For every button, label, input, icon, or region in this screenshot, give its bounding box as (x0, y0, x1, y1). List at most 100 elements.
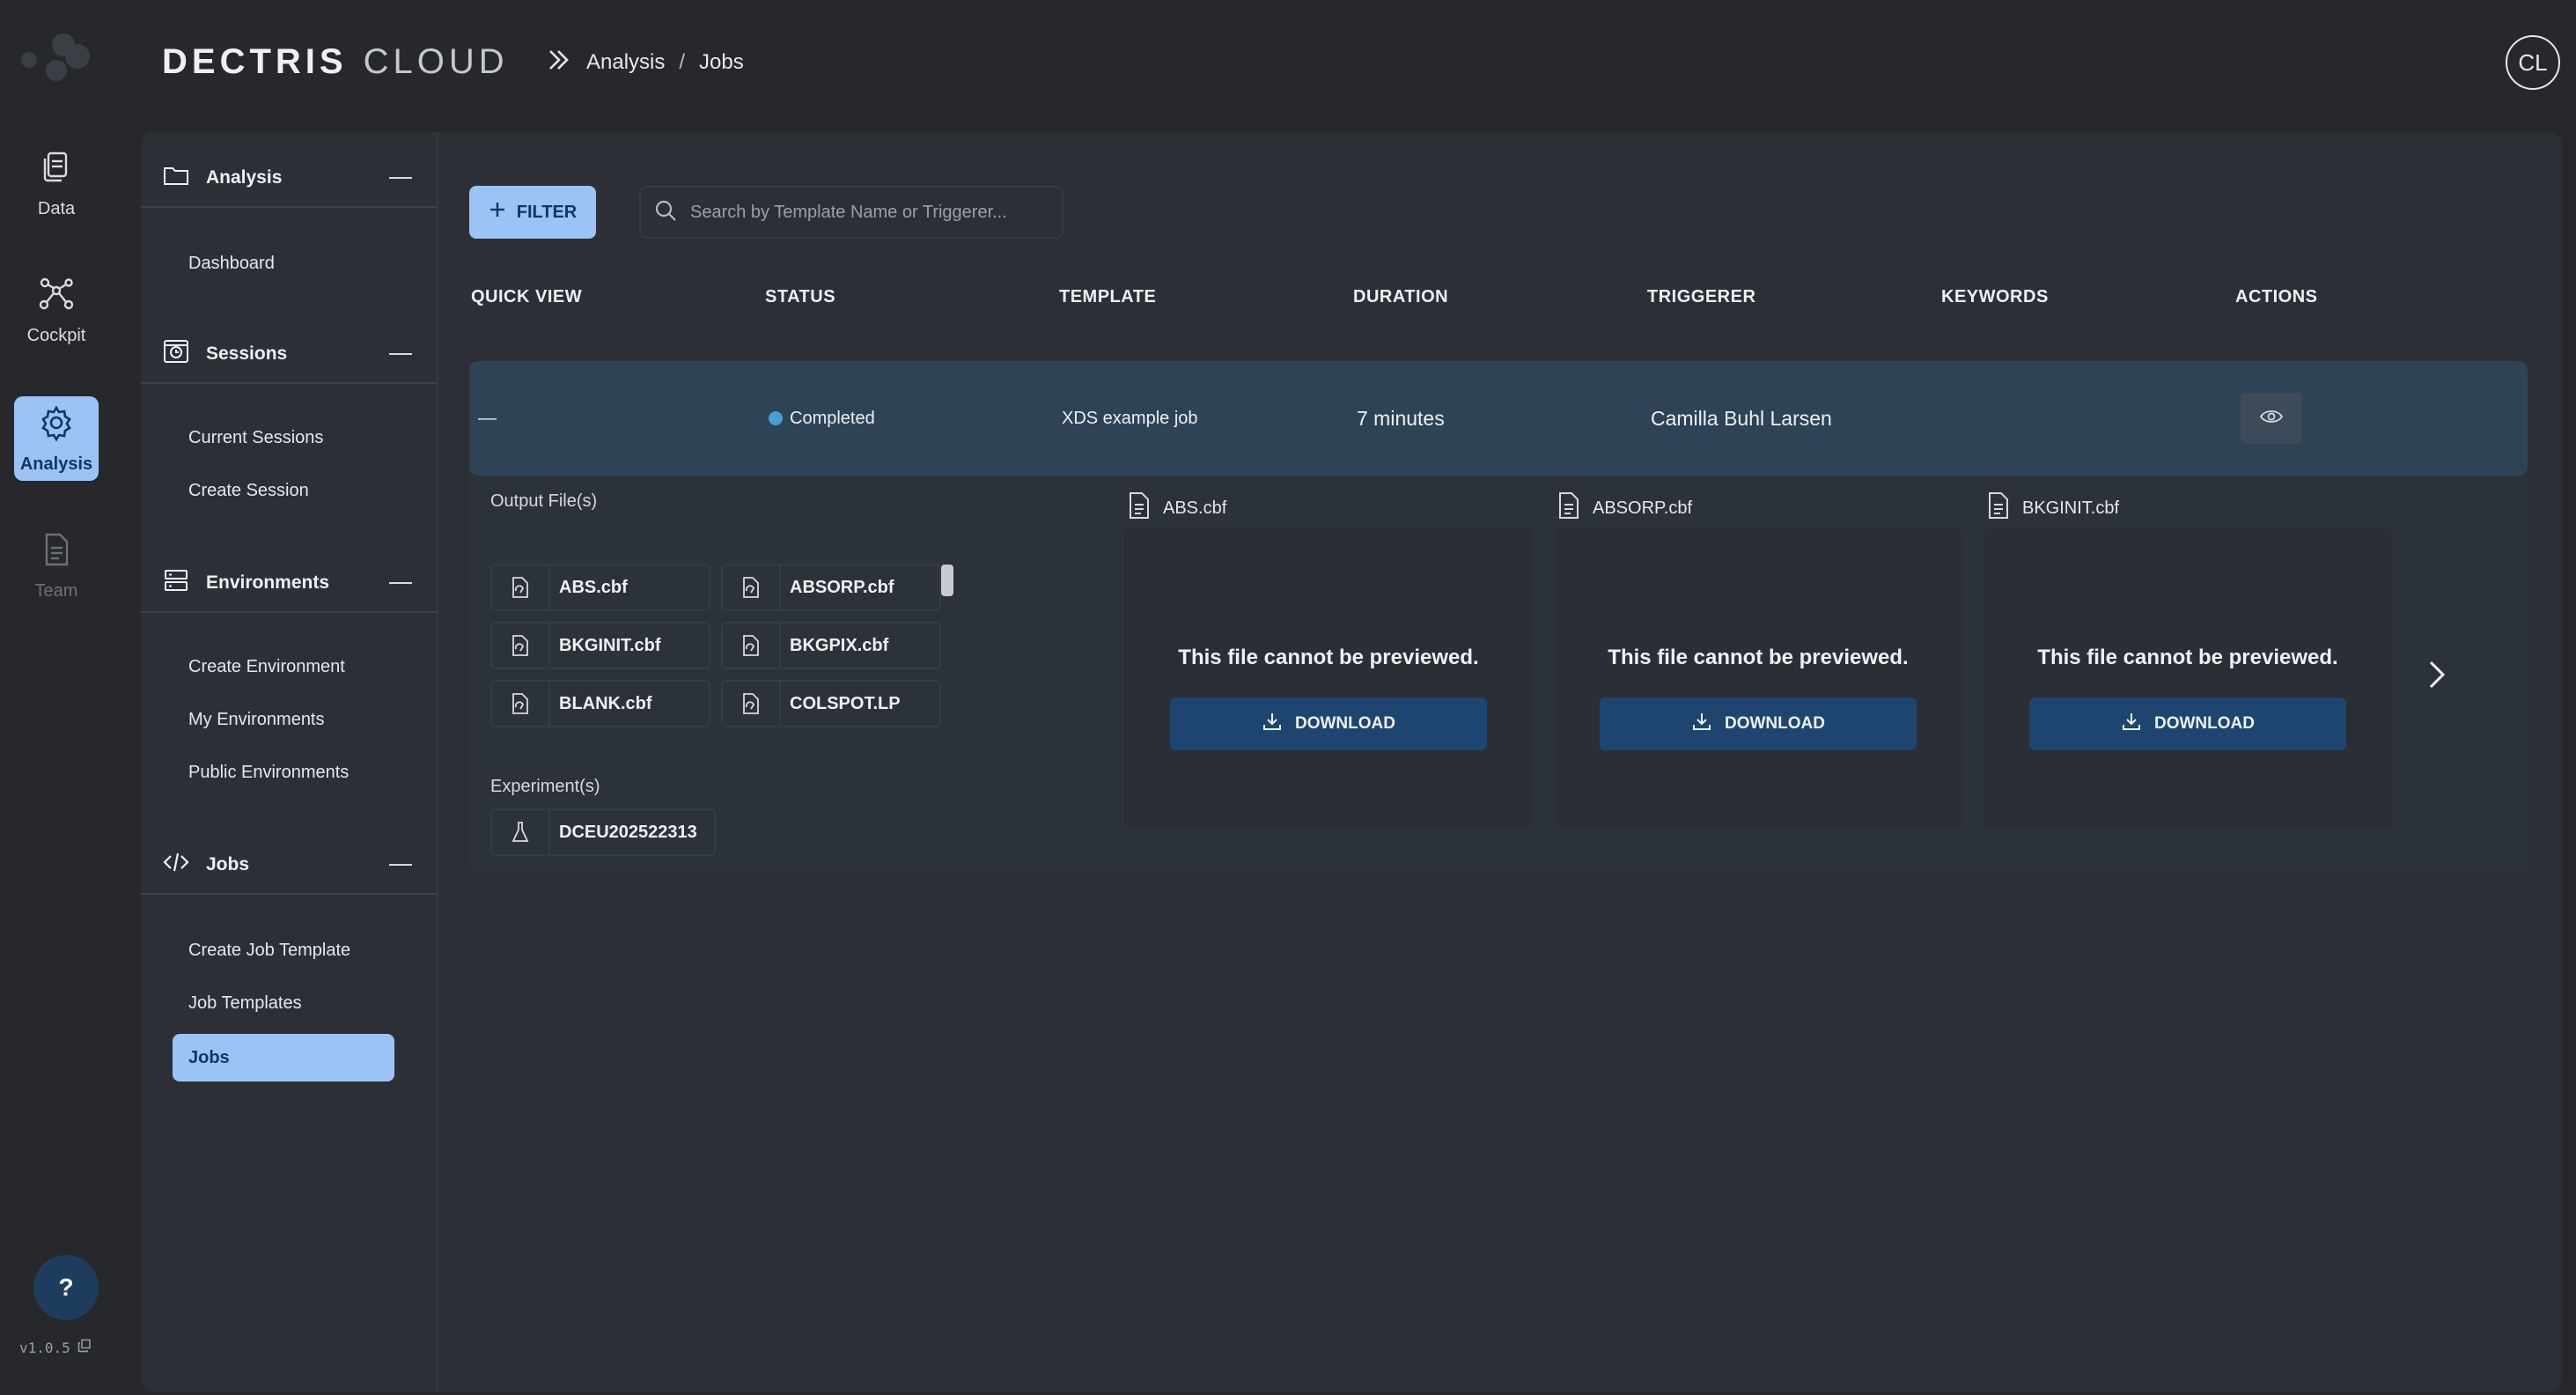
search-input[interactable] (690, 202, 1042, 223)
file-name: ABSORP.cbf (790, 577, 894, 597)
quick-view-toggle[interactable]: — (478, 361, 497, 476)
output-files-label: Output File(s) (490, 491, 598, 511)
copy-icon (77, 1339, 92, 1356)
output-file-chip[interactable]: BLANK.cbf (490, 680, 710, 727)
preview-file-name: ABSORP.cbf (1593, 498, 1693, 518)
sidebar-item-create-session[interactable]: Create Session (188, 467, 412, 514)
file-icon (723, 624, 781, 668)
session-icon (162, 337, 190, 371)
experiment-id: DCEU202522313 (559, 822, 697, 842)
file-preview-card: BKGINIT.cbf This file cannot be previewe… (1984, 476, 2392, 828)
next-preview-button[interactable] (2419, 655, 2455, 698)
code-icon (162, 848, 190, 882)
file-icon (492, 565, 550, 609)
sidebar-item-current-sessions[interactable]: Current Sessions (188, 414, 412, 461)
download-button[interactable]: DOWNLOAD (1170, 698, 1487, 750)
document-icon (1128, 491, 1151, 525)
breadcrumb-jobs[interactable]: Jobs (699, 50, 744, 75)
file-icon (723, 565, 781, 609)
section-title: Sessions (206, 343, 288, 364)
output-file-chip[interactable]: COLSPOT.LP (721, 680, 941, 727)
app-rail: Data Cockpit Analysis Team ? v1.0.5 (0, 0, 113, 1395)
brand-logo[interactable]: DECTRIS CLOUD (162, 41, 509, 83)
status-dot (769, 411, 783, 425)
document-icon (1987, 491, 2010, 525)
section-title: Environments (206, 572, 330, 593)
sidebar-item-my-environments[interactable]: My Environments (188, 696, 412, 743)
output-file-chip[interactable]: BKGINIT.cbf (490, 622, 710, 669)
document-icon (37, 530, 76, 574)
document-icon (1557, 491, 1580, 525)
rail-item-label: Cockpit (26, 325, 86, 345)
rail-item-data[interactable]: Data (14, 141, 99, 225)
section-header-sessions[interactable]: Sessions (141, 326, 437, 384)
rail-item-label: Team (34, 580, 78, 601)
help-button[interactable]: ? (33, 1255, 99, 1320)
collapse-icon[interactable] (389, 353, 412, 355)
breadcrumb: Analysis / Jobs (546, 44, 744, 81)
column-header-actions: ACTIONS (2235, 287, 2318, 306)
sidebar-item-create-environment[interactable]: Create Environment (188, 643, 412, 690)
table-row[interactable]: — Completed XDS example job 7 minutes Ca… (469, 361, 2528, 476)
download-label: DOWNLOAD (1295, 714, 1395, 733)
rail-item-label: Data (37, 198, 76, 218)
sidebar-item-dashboard[interactable]: Dashboard (188, 240, 412, 287)
preview-area (1554, 528, 1962, 828)
output-file-chip[interactable]: ABSORP.cbf (721, 564, 941, 611)
collapse-icon[interactable] (389, 177, 412, 179)
data-icon (37, 148, 76, 192)
file-name: BLANK.cbf (559, 693, 652, 713)
rail-item-label: Analysis (19, 454, 93, 474)
rail-item-analysis[interactable]: Analysis (14, 396, 99, 481)
sidebar-item-jobs[interactable]: Jobs (173, 1034, 394, 1081)
collapse-icon[interactable] (389, 582, 412, 584)
preview-message: This file cannot be previewed. (1178, 646, 1479, 669)
app-logo[interactable] (18, 30, 95, 83)
collapse-row-label: — (478, 408, 497, 428)
sidebar-item-job-templates[interactable]: Job Templates (188, 979, 412, 1027)
rail-item-cockpit[interactable]: Cockpit (14, 268, 99, 352)
double-chevron-icon (546, 47, 572, 79)
section-header-analysis[interactable]: Analysis (141, 150, 437, 208)
file-icon (492, 624, 550, 668)
network-icon (37, 275, 76, 319)
user-avatar[interactable]: CL (2506, 35, 2560, 90)
section-title: Analysis (206, 167, 283, 188)
preview-area (1984, 528, 2392, 828)
breadcrumb-separator: / (679, 50, 686, 74)
section-header-environments[interactable]: Environments (141, 555, 437, 613)
file-name: COLSPOT.LP (790, 693, 901, 713)
rail-item-team[interactable]: Team (14, 523, 99, 608)
sidebar-item-create-job-template[interactable]: Create Job Template (188, 926, 412, 974)
file-name: BKGPIX.cbf (790, 635, 889, 655)
output-file-chip[interactable]: ABS.cbf (490, 564, 710, 611)
view-job-button[interactable] (2241, 393, 2302, 444)
preview-message: This file cannot be previewed. (1608, 646, 1909, 669)
collapse-icon[interactable] (389, 864, 412, 866)
preview-file-name: ABS.cbf (1163, 498, 1227, 518)
status-cell: Completed (769, 361, 875, 476)
filter-button[interactable]: FILTER (469, 186, 596, 239)
search-icon (653, 198, 678, 227)
version-label[interactable]: v1.0.5 (19, 1339, 92, 1356)
breadcrumb-analysis[interactable]: Analysis (586, 50, 665, 75)
brand-name: DECTRIS (162, 41, 348, 81)
triggerer-cell: Camilla Buhl Larsen (1651, 406, 1832, 430)
file-list-scrollbar[interactable] (941, 565, 953, 596)
section-header-jobs[interactable]: Jobs (141, 837, 437, 895)
sidebar-item-public-environments[interactable]: Public Environments (188, 749, 412, 796)
download-button[interactable]: DOWNLOAD (2029, 698, 2346, 750)
file-preview-card: ABSORP.cbf This file cannot be previewed… (1554, 476, 1962, 828)
column-header-duration: DURATION (1353, 287, 1449, 306)
column-header-template: TEMPLATE (1059, 287, 1157, 306)
version-text: v1.0.5 (19, 1339, 70, 1356)
column-header-keywords: KEYWORDS (1941, 287, 2049, 306)
output-file-chip[interactable]: BKGPIX.cbf (721, 622, 941, 669)
file-icon (723, 682, 781, 726)
experiment-chip[interactable]: DCEU202522313 (490, 808, 716, 856)
column-header-triggerer: TRIGGERER (1647, 287, 1756, 306)
flask-icon (492, 810, 550, 854)
section-title: Jobs (206, 854, 250, 875)
plus-icon (489, 201, 506, 224)
download-button[interactable]: DOWNLOAD (1600, 698, 1917, 750)
